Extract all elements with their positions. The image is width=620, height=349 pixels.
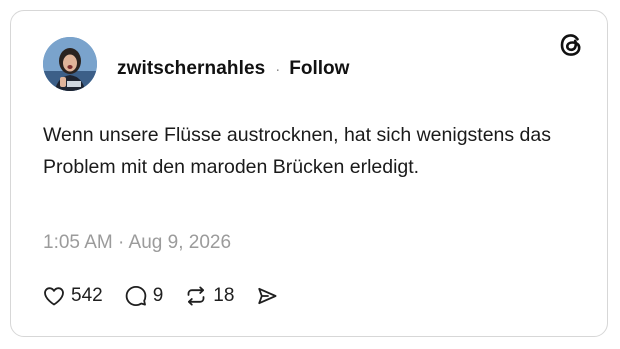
- reply-count: 9: [152, 285, 164, 306]
- post-card: zwitschernahles · Follow Wenn unsere Flü…: [10, 10, 608, 337]
- repost-count: 18: [213, 285, 235, 306]
- action-bar: 542 9 18: [41, 281, 300, 311]
- repost-icon: [183, 283, 209, 309]
- heart-icon: [41, 283, 67, 309]
- follow-button[interactable]: Follow: [289, 58, 349, 80]
- repost-button[interactable]: 18: [183, 283, 234, 309]
- like-button[interactable]: 542: [41, 283, 103, 309]
- post-body: Wenn unsere Flüsse austrocknen, hat sich…: [43, 124, 551, 178]
- avatar[interactable]: [43, 37, 97, 91]
- header-separator: ·: [275, 60, 281, 78]
- share-button[interactable]: [254, 283, 280, 309]
- like-count: 542: [71, 285, 103, 306]
- reply-button[interactable]: 9: [123, 283, 164, 309]
- username-link[interactable]: zwitschernahles: [117, 58, 265, 80]
- send-icon: [254, 283, 280, 309]
- avatar-image: [43, 37, 97, 91]
- post-header: zwitschernahles · Follow: [117, 56, 349, 82]
- speech-bubble-icon: [123, 283, 149, 309]
- threads-logo-icon[interactable]: [557, 31, 585, 59]
- post-timestamp: 1:05 AM · Aug 9, 2026: [43, 232, 232, 253]
